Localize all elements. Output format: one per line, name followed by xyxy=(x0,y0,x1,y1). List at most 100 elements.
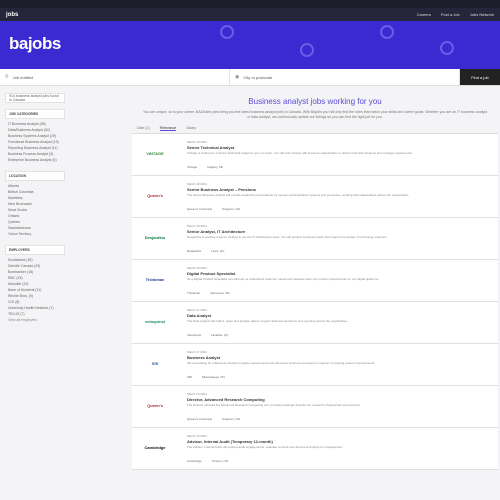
job-listing[interactable]: vetoquinol March 17 2021 Data Analyst The D… xyxy=(132,302,498,344)
location-search-field[interactable]: ◉ City or postcode xyxy=(230,69,460,85)
company-logo: Thinkmax xyxy=(140,270,170,288)
filter-group-title: LOCATION xyxy=(5,171,65,181)
hero-banner: bajobs xyxy=(0,21,500,69)
company-logo: VINTAGE xyxy=(140,144,170,162)
job-description: The Senior Business Analyst will provide… xyxy=(187,193,410,197)
job-location: Kingston, ON xyxy=(222,207,240,211)
job-company: SRI xyxy=(187,375,193,379)
filter-group-title: JOB CATEGORIES xyxy=(5,109,65,119)
find-job-button[interactable]: Find a job xyxy=(460,69,500,85)
job-meta: Queen's University Kingston, ON xyxy=(187,417,240,421)
job-title[interactable]: Senior Technical Analyst xyxy=(187,145,234,150)
filter-group: LOCATION Alberta British Columbia Manito… xyxy=(5,171,65,239)
filter-group: JOB CATEGORIES IT Business Analyst (85) … xyxy=(5,109,65,165)
job-listing[interactable]: SRI March 17 2021 Business Analyst We are l… xyxy=(132,344,498,386)
job-date: March 18 2021 xyxy=(187,224,208,228)
job-meta: Cambridge Toronto, ON xyxy=(187,459,228,463)
filter-group-title: EMPLOYERS xyxy=(5,245,65,255)
filter-item[interactable]: Yukon Territory xyxy=(8,231,62,237)
job-listing[interactable]: VINTAGE March 18 2021 Senior Technical Ana… xyxy=(132,134,498,176)
decoration-circle xyxy=(380,25,394,39)
company-logo-text: Queen's xyxy=(147,402,163,408)
results-location-box: 914 business analyst jobs found in Canad… xyxy=(5,93,65,103)
job-title[interactable]: Advisor, Internal Audit (Temporary 12-mo… xyxy=(187,439,273,444)
decoration-circle xyxy=(440,41,454,55)
company-logo: Queen's xyxy=(140,186,170,204)
company-logo-text: Cambridge xyxy=(144,444,166,450)
job-list: VINTAGE March 18 2021 Senior Technical Ana… xyxy=(132,134,498,470)
job-company: Thinkmax xyxy=(187,291,201,295)
nav-link-network[interactable]: Jobs Network xyxy=(470,12,494,17)
nav-link-careers[interactable]: Careers xyxy=(417,12,431,17)
company-logo: vetoquinol xyxy=(140,312,170,330)
job-location: Vancouver, BC xyxy=(210,291,230,295)
job-location: Calgary, AB xyxy=(207,165,223,169)
job-description: The Data Analyst will collect, clean and… xyxy=(187,319,349,323)
tab-salary[interactable]: Salary xyxy=(186,126,196,131)
company-logo: Cambridge xyxy=(140,438,170,456)
site-logo-small[interactable]: jobs xyxy=(6,12,18,18)
results-count-text: 914 business analyst jobs found in Canad… xyxy=(9,94,59,102)
job-meta: Thinkmax Vancouver, BC xyxy=(187,291,230,295)
decoration-circle xyxy=(220,25,234,39)
job-meta: Queen's University Kingston, ON xyxy=(187,207,240,211)
job-location: Lavaltrie, QC xyxy=(211,333,229,337)
job-company: Cambridge xyxy=(187,459,202,463)
job-date: March 16 2021 xyxy=(187,434,208,438)
job-company: Queen's University xyxy=(187,207,213,211)
company-logo-text: VINTAGE xyxy=(146,150,164,156)
page-title: Business analyst jobs working for you xyxy=(248,97,382,106)
job-listing[interactable]: Cambridge March 16 2021 Advisor, Internal … xyxy=(132,428,498,470)
job-company: Vintage xyxy=(187,165,198,169)
job-description: The Advisor, Internal Audit will support… xyxy=(187,445,343,449)
job-location: Toronto, ON xyxy=(211,459,228,463)
tab-relevance[interactable]: Relevance xyxy=(159,126,177,131)
job-meta: Vetoquinol Lavaltrie, QC xyxy=(187,333,229,337)
company-logo-text: Queen's xyxy=(147,192,163,198)
job-title[interactable]: Digital Product Specialist xyxy=(187,271,235,276)
job-location: Mississauga, ON xyxy=(202,375,225,379)
job-title[interactable]: Senior Analyst, IT Architecture xyxy=(187,229,245,234)
job-date: March 16 2021 xyxy=(187,392,208,396)
job-title[interactable]: Senior Business Analyst – Pensions xyxy=(187,187,256,192)
job-listing[interactable]: Desjardins March 18 2021 Senior Analyst, I… xyxy=(132,218,498,260)
job-title[interactable]: Business Analyst xyxy=(187,355,220,360)
keyword-search-field[interactable]: ⚲ Job entitled xyxy=(0,69,230,85)
company-logo-text: Desjardins xyxy=(144,234,166,240)
job-listing[interactable]: Queen's March 18 2021 Senior Business Anal… xyxy=(132,176,498,218)
location-icon: ◉ xyxy=(235,74,240,80)
top-strip xyxy=(0,0,500,8)
company-logo: Queen's xyxy=(140,396,170,414)
tab-date[interactable]: Date (2) xyxy=(137,126,150,131)
nav-link-post-job[interactable]: Post a Job xyxy=(441,12,460,17)
keyword-input[interactable]: Job entitled xyxy=(13,75,33,80)
search-icon: ⚲ xyxy=(5,74,9,80)
navbar: jobs Careers Post a Job Jobs Network xyxy=(0,8,500,21)
job-description: The Director will lead the Advanced Rese… xyxy=(187,403,361,407)
filter-item[interactable]: Enterprise Business Analyst (6) xyxy=(8,157,62,163)
main-content: Business analyst jobs working for you Yo… xyxy=(132,93,498,470)
job-company: Desjardins xyxy=(187,249,202,253)
decoration-circle xyxy=(300,43,314,57)
job-listing[interactable]: Thinkmax March 18 2021 Digital Product Spe… xyxy=(132,260,498,302)
view-all-employers-link[interactable]: View all employers xyxy=(8,317,62,323)
job-company: Queen's University xyxy=(187,417,213,421)
job-listing[interactable]: Queen's March 16 2021 Director, Advanced R… xyxy=(132,386,498,428)
job-company: Vetoquinol xyxy=(187,333,202,337)
company-logo-text: SRI xyxy=(151,360,159,366)
location-input[interactable]: City or postcode xyxy=(243,75,272,80)
intro-text: You are unique, so is your career. BA&Sa… xyxy=(143,110,487,119)
job-meta: SRI Mississauga, ON xyxy=(187,375,225,379)
job-date: March 17 2021 xyxy=(187,308,208,312)
job-title[interactable]: Director, Advanced Research Computing xyxy=(187,397,265,402)
job-date: March 18 2021 xyxy=(187,140,208,144)
company-logo: Desjardins xyxy=(140,228,170,246)
job-title[interactable]: Data Analyst xyxy=(187,313,211,318)
job-location: Lévis, QC xyxy=(211,249,225,253)
site-logo[interactable]: bajobs xyxy=(9,34,61,54)
job-date: March 18 2021 xyxy=(187,182,208,186)
job-description: We are looking for a Business Analyst to… xyxy=(187,361,376,365)
company-logo: SRI xyxy=(140,354,170,372)
company-logo-text: vetoquinol xyxy=(144,318,166,324)
search-bar: ⚲ Job entitled ◉ City or postcode Find a j… xyxy=(0,69,500,86)
